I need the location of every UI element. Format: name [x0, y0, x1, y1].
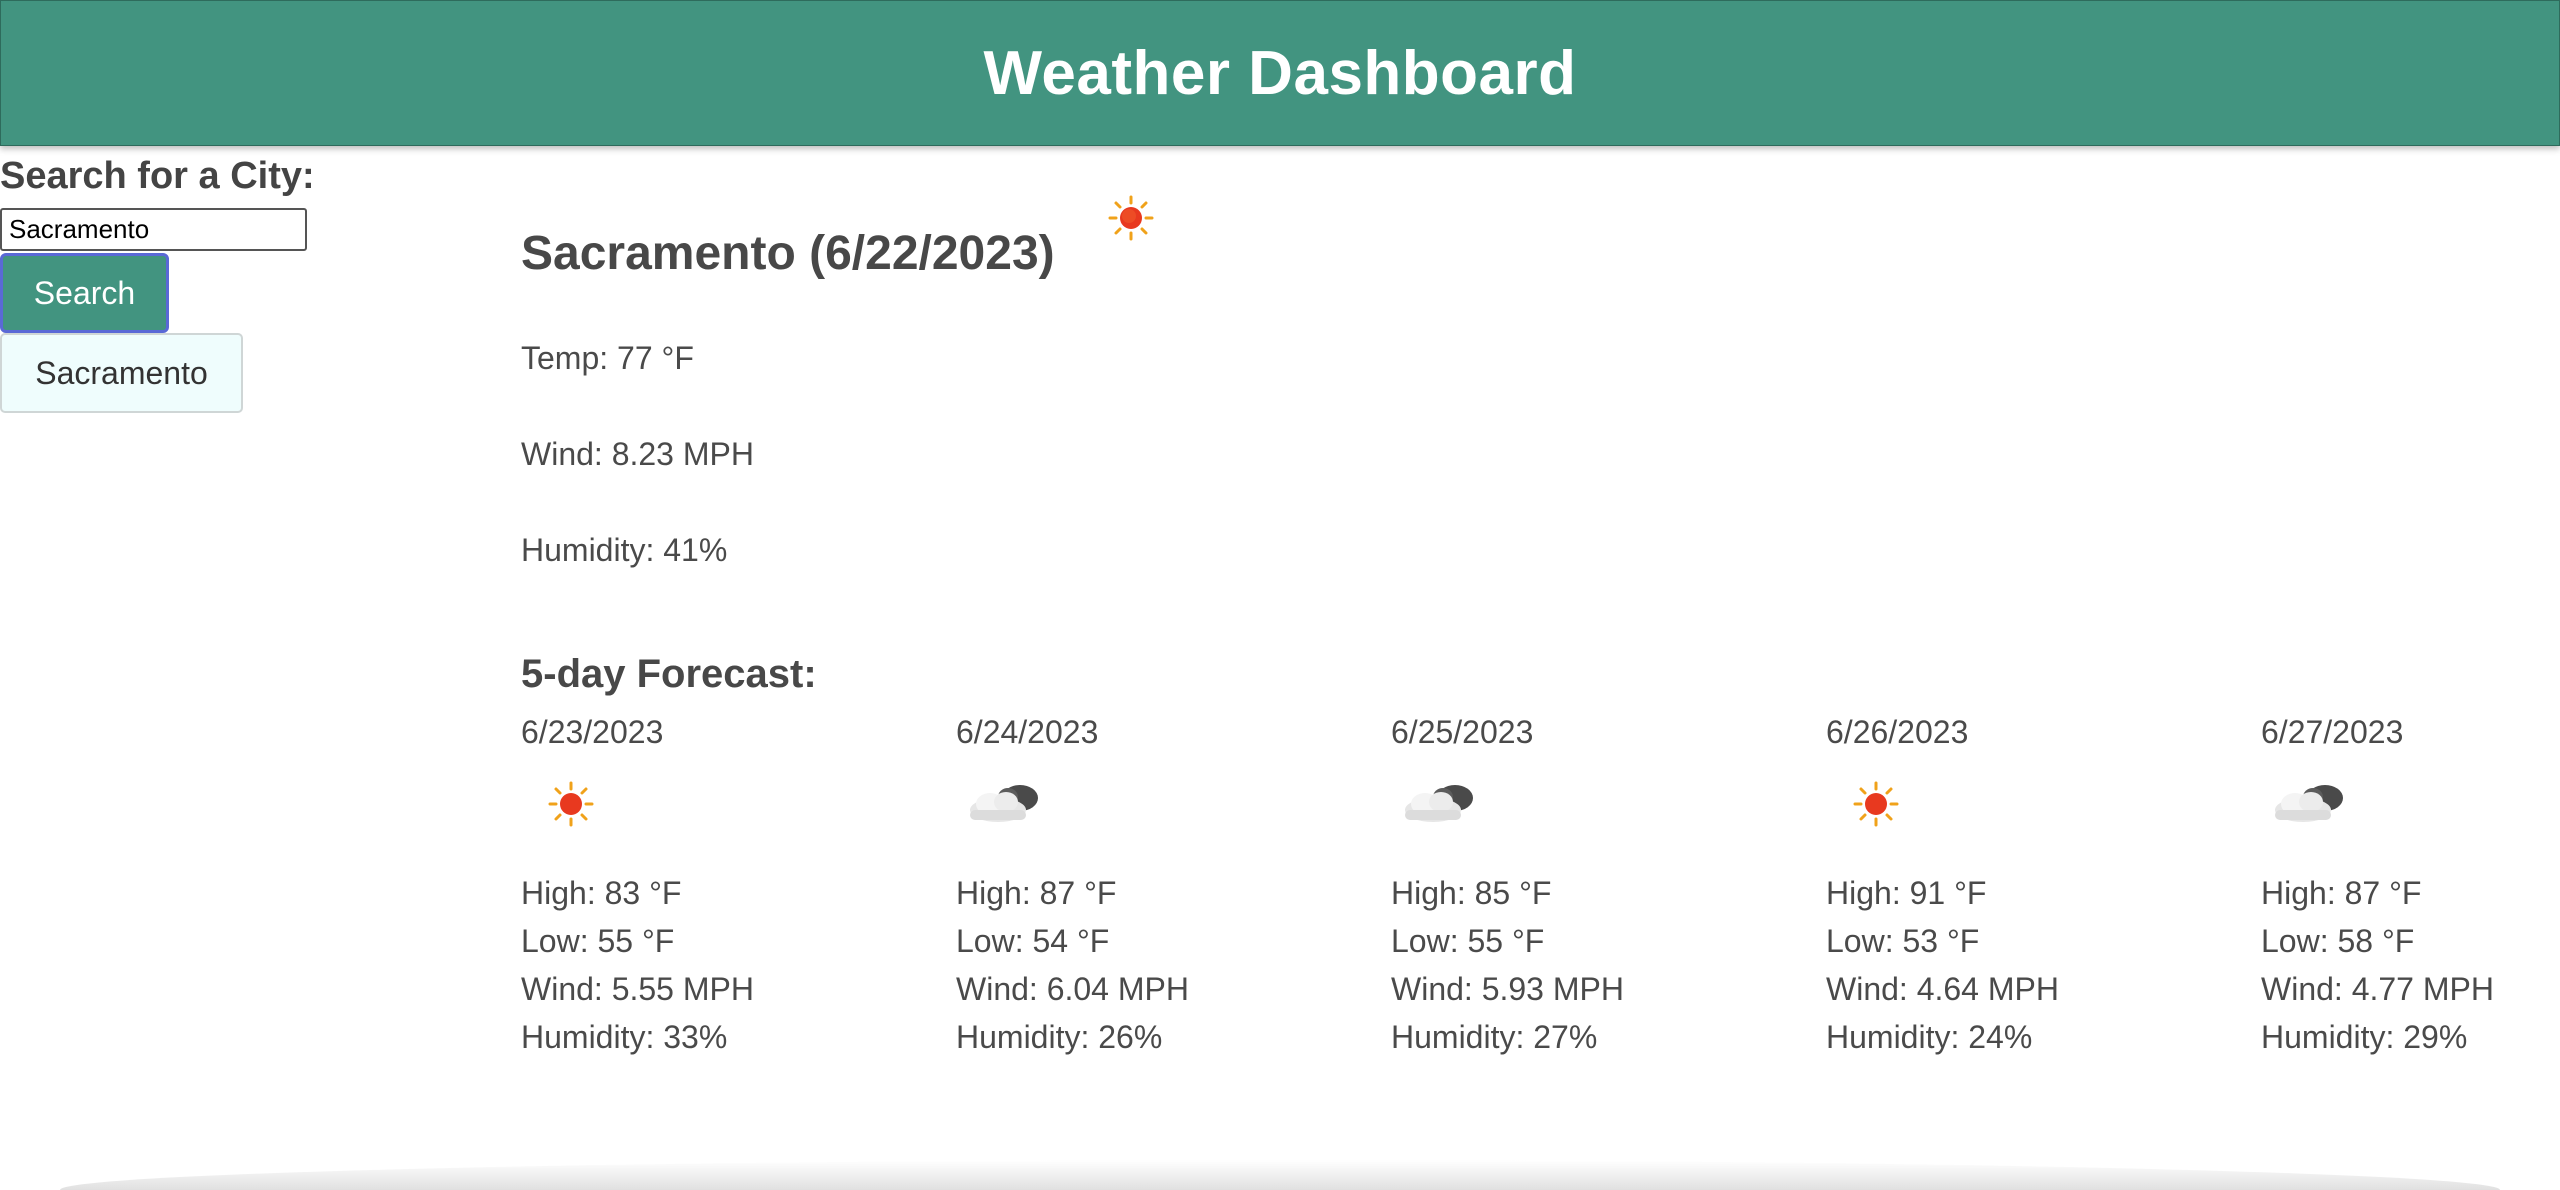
forecast-date: 6/26/2023: [1826, 714, 1969, 750]
forecast-humidity: Humidity: 29%: [2261, 1019, 2468, 1055]
current-weather: Sacramento (6/22/2023) Temp: 77 °F Wind:…: [521, 190, 2321, 568]
forecast-high: High: 91 °F: [1826, 875, 1987, 911]
forecast-wind: Wind: 4.64 MPH: [1826, 971, 2059, 1007]
forecast-high: High: 87 °F: [2261, 875, 2422, 911]
history-button-sacramento[interactable]: Sacramento: [0, 333, 243, 413]
sun-icon: [548, 781, 594, 827]
current-humidity: Humidity: 41%: [521, 532, 728, 568]
forecast-low: Low: 58 °F: [2261, 923, 2415, 959]
forecast-wind: Wind: 4.77 MPH: [2261, 971, 2494, 1007]
forecast-title: 5-day Forecast:: [521, 652, 817, 696]
app-header: Weather Dashboard: [0, 0, 2560, 146]
forecast-date: 6/25/2023: [1391, 714, 1534, 750]
forecast-wind: Wind: 5.93 MPH: [1391, 971, 1624, 1007]
forecast-row: 6/23/2023 High: 83 °F Low: 55 °F Wind: 5…: [521, 710, 2560, 1070]
app-title: Weather Dashboard: [983, 38, 1577, 108]
forecast-day-card: 6/24/2023 High: 87 °F Low: 54 °F Wind: 6…: [956, 710, 1336, 1061]
forecast-day-card: 6/25/2023 High: 85 °F Low: 55 °F Wind: 5…: [1391, 710, 1771, 1061]
forecast-humidity: Humidity: 27%: [1391, 1019, 1598, 1055]
forecast-low: Low: 54 °F: [956, 923, 1110, 959]
sun-icon: [1108, 195, 1154, 241]
page: Weather Dashboard Search for a City: Sea…: [0, 0, 2560, 1190]
search-label: Search for a City:: [0, 155, 315, 197]
forecast-wind: Wind: 6.04 MPH: [956, 971, 1189, 1007]
cloud-icon: [1405, 785, 1473, 822]
cloud-icon: [970, 785, 1038, 822]
forecast-day-card: 6/26/2023 High: 91 °F Low: 53 °F Wind: 4…: [1826, 710, 2206, 1061]
forecast-date: 6/27/2023: [2261, 714, 2404, 750]
forecast-wind: Wind: 5.55 MPH: [521, 971, 754, 1007]
forecast-low: Low: 55 °F: [1391, 923, 1545, 959]
forecast-date: 6/24/2023: [956, 714, 1099, 750]
current-wind: Wind: 8.23 MPH: [521, 436, 754, 472]
bottom-shadow: [60, 1160, 2500, 1190]
sun-icon: [1853, 781, 1899, 827]
forecast-humidity: Humidity: 26%: [956, 1019, 1163, 1055]
city-search-input[interactable]: [0, 208, 307, 251]
forecast-high: High: 85 °F: [1391, 875, 1552, 911]
cloud-icon: [2275, 785, 2343, 822]
forecast-humidity: Humidity: 24%: [1826, 1019, 2033, 1055]
current-city-date: Sacramento (6/22/2023): [521, 227, 1055, 280]
forecast-day-card: 6/23/2023 High: 83 °F Low: 55 °F Wind: 5…: [521, 710, 901, 1061]
current-heading: Sacramento (6/22/2023): [521, 190, 2321, 284]
search-button[interactable]: Search: [0, 253, 169, 333]
sidebar: Search for a City: Search Sacramento: [0, 150, 440, 413]
forecast-date: 6/23/2023: [521, 714, 664, 750]
forecast-low: Low: 53 °F: [1826, 923, 1980, 959]
forecast-day-card: 6/27/2023 High: 87 °F Low: 58 °F Wind: 4…: [2261, 710, 2560, 1061]
current-temp: Temp: 77 °F: [521, 340, 694, 376]
forecast-humidity: Humidity: 33%: [521, 1019, 728, 1055]
forecast-high: High: 83 °F: [521, 875, 682, 911]
forecast-low: Low: 55 °F: [521, 923, 675, 959]
forecast-high: High: 87 °F: [956, 875, 1117, 911]
